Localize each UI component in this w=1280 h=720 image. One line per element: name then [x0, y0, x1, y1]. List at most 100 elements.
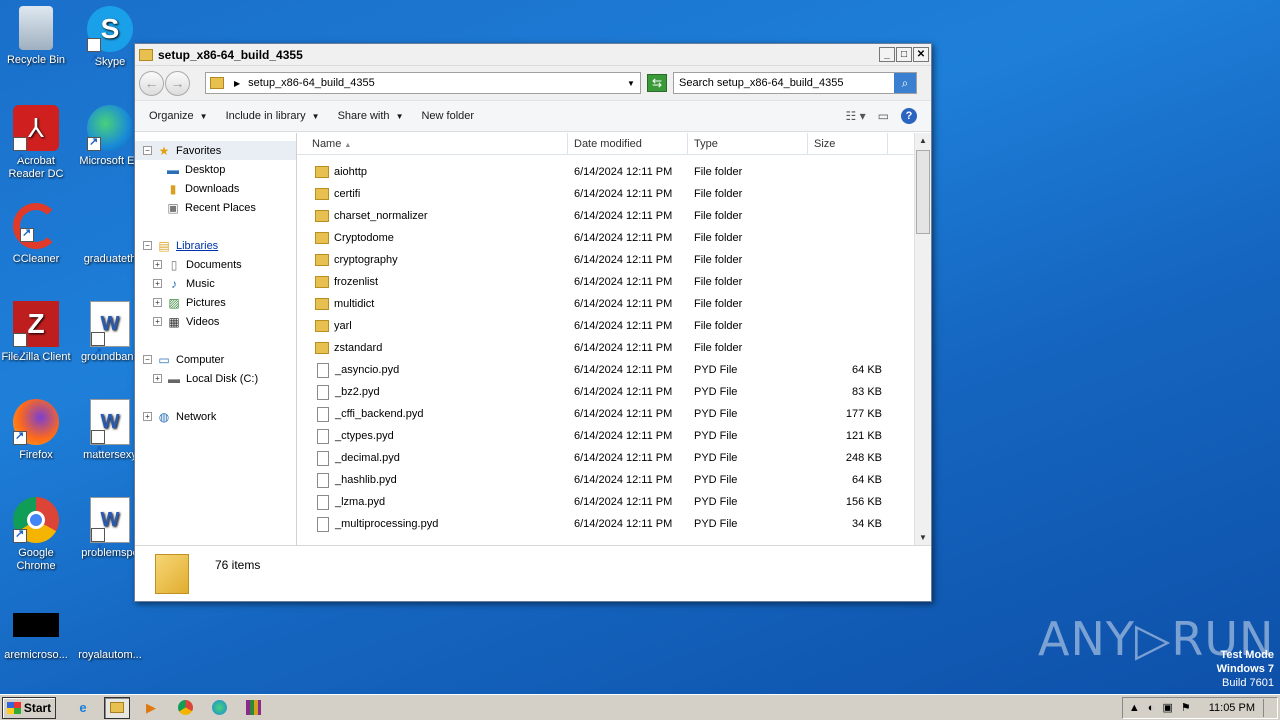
- collapse-icon[interactable]: −: [143, 355, 152, 364]
- nav-desktop[interactable]: ▬ Desktop: [135, 160, 296, 179]
- table-row[interactable]: _asyncio.pyd 6/14/2024 12:11 PM PYD File 64…: [297, 359, 931, 381]
- taskbar-chrome-icon[interactable]: [172, 697, 198, 719]
- scroll-down-icon[interactable]: ▼: [915, 530, 931, 546]
- expand-icon[interactable]: +: [143, 412, 152, 421]
- drive-icon: ▬: [168, 371, 180, 386]
- nav-videos[interactable]: + ▦ Videos: [135, 312, 296, 331]
- minimize-button[interactable]: _: [879, 47, 895, 62]
- file-date: 6/14/2024 12:11 PM: [574, 166, 673, 178]
- breadcrumb[interactable]: setup_x86-64_build_4355: [248, 77, 622, 89]
- taskbar-media-player-icon[interactable]: ▶: [138, 697, 164, 719]
- black-file-icon: [13, 613, 59, 637]
- title-bar[interactable]: setup_x86-64_build_4355 _ □ ✕: [135, 44, 931, 66]
- expand-icon[interactable]: +: [153, 260, 162, 269]
- file-date: 6/14/2024 12:11 PM: [574, 254, 673, 266]
- column-size[interactable]: Size: [808, 133, 888, 154]
- nav-network[interactable]: + ◍ Network: [135, 407, 296, 426]
- preview-pane-icon[interactable]: ▭: [878, 109, 889, 123]
- column-name[interactable]: Name ▲: [297, 133, 568, 154]
- sort-ascending-icon: ▲: [344, 142, 352, 149]
- clock[interactable]: 11:05 PM: [1209, 702, 1255, 714]
- table-row[interactable]: _decimal.pyd 6/14/2024 12:11 PM PYD File 24…: [297, 447, 931, 469]
- expand-icon[interactable]: +: [153, 298, 162, 307]
- show-desktop-button[interactable]: [1263, 698, 1271, 717]
- start-button[interactable]: Start: [2, 696, 56, 719]
- search-input[interactable]: Search setup_x86-64_build_4355 ⌕: [673, 72, 917, 94]
- file-date: 6/14/2024 12:11 PM: [574, 408, 673, 420]
- table-row[interactable]: multidict 6/14/2024 12:11 PM File folder: [297, 293, 931, 315]
- nav-libraries[interactable]: − ▤ Libraries: [135, 236, 296, 255]
- search-icon[interactable]: ⌕: [894, 73, 916, 93]
- table-row[interactable]: aiohttp 6/14/2024 12:11 PM File folder: [297, 161, 931, 183]
- table-row[interactable]: _lzma.pyd 6/14/2024 12:11 PM PYD File 156 K…: [297, 491, 931, 513]
- show-hidden-icons-icon[interactable]: ▲: [1129, 702, 1140, 714]
- view-options-icon[interactable]: ☷ ▾: [846, 109, 866, 123]
- desktop-icon-chrome[interactable]: Google Chrome: [0, 497, 72, 573]
- network-tray-icon[interactable]: ▣: [1162, 701, 1172, 714]
- volume-icon[interactable]: ◐: [1148, 702, 1155, 714]
- breadcrumb-chevron-icon[interactable]: ▶: [234, 79, 240, 88]
- expand-icon[interactable]: +: [153, 374, 162, 383]
- taskbar-winrar-icon[interactable]: [240, 697, 266, 719]
- column-date-modified[interactable]: Date modified: [568, 133, 688, 154]
- nav-music[interactable]: + ♪ Music: [135, 274, 296, 293]
- file-name-cell: Cryptodome: [297, 232, 568, 244]
- nav-favorites[interactable]: − ★ Favorites: [135, 141, 296, 160]
- collapse-icon[interactable]: −: [143, 146, 152, 155]
- expand-icon[interactable]: +: [153, 317, 162, 326]
- chevron-down-icon[interactable]: ▼: [622, 79, 640, 88]
- table-row[interactable]: _bz2.pyd 6/14/2024 12:11 PM PYD File 83 KB: [297, 381, 931, 403]
- table-row[interactable]: charset_normalizer 6/14/2024 12:11 PM File…: [297, 205, 931, 227]
- nav-documents[interactable]: + ▯ Documents: [135, 255, 296, 274]
- table-row[interactable]: zstandard 6/14/2024 12:11 PM File folder: [297, 337, 931, 359]
- desktop-icon-aremicroso[interactable]: aremicroso...: [0, 613, 72, 662]
- scroll-thumb[interactable]: [916, 150, 930, 234]
- table-row[interactable]: _cffi_backend.pyd 6/14/2024 12:11 PM PYD F…: [297, 403, 931, 425]
- desktop-icon-filezilla[interactable]: Z FileZilla Client: [0, 301, 72, 377]
- nav-local-disk[interactable]: + ▬ Local Disk (C:): [135, 369, 296, 388]
- organize-label: Organize: [149, 110, 194, 122]
- word-doc-icon: W: [90, 301, 130, 374]
- forward-button[interactable]: →: [165, 70, 190, 96]
- action-center-flag-icon[interactable]: ⚑: [1181, 701, 1191, 714]
- chevron-down-icon: ▼: [311, 112, 320, 121]
- desktop-icon-ccleaner[interactable]: CCleaner: [0, 203, 72, 266]
- table-row[interactable]: cryptography 6/14/2024 12:11 PM File folde…: [297, 249, 931, 271]
- nav-pictures[interactable]: + ▨ Pictures: [135, 293, 296, 312]
- table-row[interactable]: yarl 6/14/2024 12:11 PM File folder: [297, 315, 931, 337]
- close-button[interactable]: ✕: [913, 47, 929, 62]
- nav-downloads[interactable]: ▮ Downloads: [135, 179, 296, 198]
- maximize-button[interactable]: □: [896, 47, 912, 62]
- scroll-up-icon[interactable]: ▲: [915, 133, 931, 149]
- organize-button[interactable]: Organize ▼: [149, 110, 208, 122]
- collapse-icon[interactable]: −: [143, 241, 152, 250]
- expand-icon[interactable]: +: [153, 279, 162, 288]
- address-field[interactable]: ▶ setup_x86-64_build_4355 ▼: [205, 72, 641, 94]
- desktop-icon-recycle-bin[interactable]: Recycle Bin: [0, 6, 72, 67]
- refresh-button[interactable]: ⇆: [647, 74, 667, 92]
- include-in-library-button[interactable]: Include in library ▼: [226, 110, 320, 122]
- vertical-scrollbar[interactable]: ▲ ▼: [914, 133, 931, 546]
- nav-computer[interactable]: − ▭ Computer: [135, 350, 296, 369]
- nav-recent-places[interactable]: ▣ Recent Places: [135, 198, 296, 217]
- taskbar-edge-icon[interactable]: [206, 697, 232, 719]
- help-icon[interactable]: ?: [901, 108, 917, 124]
- column-type[interactable]: Type: [688, 133, 808, 154]
- share-with-button[interactable]: Share with ▼: [338, 110, 404, 122]
- table-row[interactable]: certifi 6/14/2024 12:11 PM File folder: [297, 183, 931, 205]
- table-row[interactable]: frozenlist 6/14/2024 12:11 PM File folder: [297, 271, 931, 293]
- file-icon: [317, 428, 329, 444]
- table-row[interactable]: _ctypes.pyd 6/14/2024 12:11 PM PYD File 121…: [297, 425, 931, 447]
- desktop-icon-acrobat[interactable]: ⅄ Acrobat Reader DC: [0, 105, 72, 181]
- back-button[interactable]: ←: [139, 70, 164, 96]
- table-row[interactable]: Cryptodome 6/14/2024 12:11 PM File folder: [297, 227, 931, 249]
- table-row[interactable]: _multiprocessing.pyd 6/14/2024 12:11 PM PY…: [297, 513, 931, 535]
- desktop-icon-firefox[interactable]: Firefox: [0, 399, 72, 462]
- table-row[interactable]: _hashlib.pyd 6/14/2024 12:11 PM PYD File 64…: [297, 469, 931, 491]
- folder-icon: [315, 210, 329, 222]
- file-size: 34 KB: [852, 518, 882, 530]
- desktop-icon-royalautom[interactable]: royalautom...: [74, 613, 146, 662]
- new-folder-button[interactable]: New folder: [421, 110, 474, 122]
- taskbar-explorer-icon[interactable]: [104, 696, 130, 719]
- taskbar-ie-icon[interactable]: e: [70, 697, 96, 719]
